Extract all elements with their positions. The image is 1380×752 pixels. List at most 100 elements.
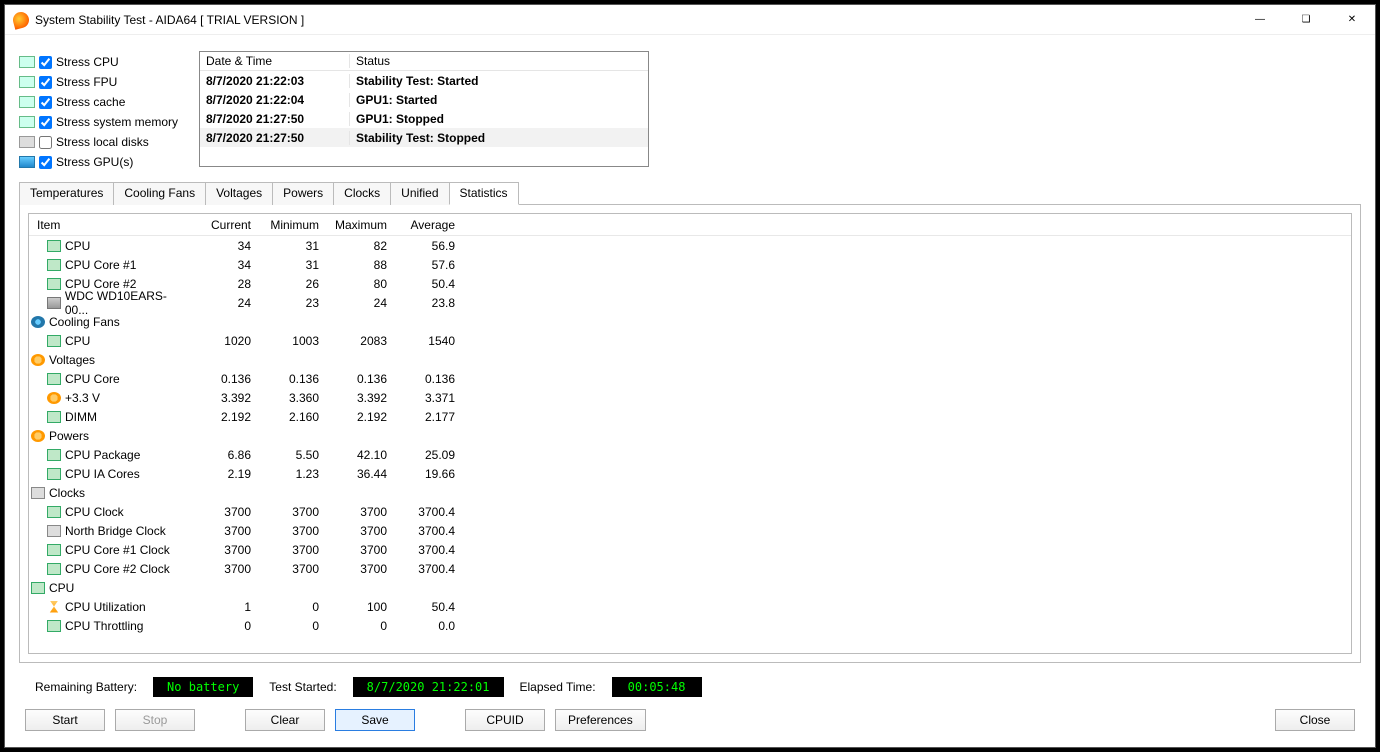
stress-label: Stress CPU (56, 55, 119, 69)
tab-statistics[interactable]: Statistics (449, 182, 519, 205)
tab-unified[interactable]: Unified (390, 182, 449, 205)
stats-row[interactable]: CPU34318256.9 (29, 236, 1351, 255)
stats-item: CPU Core #2 Clock (29, 562, 189, 576)
stats-row[interactable]: Clocks (29, 483, 1351, 502)
minimize-button[interactable]: — (1237, 5, 1283, 35)
stats-row[interactable]: Powers (29, 426, 1351, 445)
stress-option: Stress local disks (19, 133, 189, 151)
chip-icon (47, 373, 61, 385)
stats-item-label: DIMM (65, 410, 97, 424)
stats-item-label: +3.3 V (65, 391, 100, 405)
log-row[interactable]: 8/7/2020 21:22:03Stability Test: Started (200, 71, 648, 90)
log-header: Date & Time Status (200, 52, 648, 71)
tab-clocks[interactable]: Clocks (333, 182, 391, 205)
stats-avg: 25.09 (393, 448, 461, 462)
clear-button[interactable]: Clear (245, 709, 325, 731)
log-status: GPU1: Stopped (350, 112, 648, 126)
col-average[interactable]: Average (393, 218, 461, 232)
stats-item-label: WDC WD10EARS-00... (65, 289, 189, 317)
stats-min: 3700 (257, 562, 325, 576)
cpuid-button[interactable]: CPUID (465, 709, 545, 731)
tab-voltages[interactable]: Voltages (205, 182, 273, 205)
stats-max: 3.392 (325, 391, 393, 405)
stress-checkbox[interactable] (39, 76, 52, 89)
stats-item-label: CPU (65, 334, 90, 348)
log-row[interactable]: 8/7/2020 21:27:50Stability Test: Stopped (200, 128, 648, 147)
stats-row[interactable]: CPU Core0.1360.1360.1360.136 (29, 369, 1351, 388)
stats-row[interactable]: CPU Core #134318857.6 (29, 255, 1351, 274)
stats-min: 3.360 (257, 391, 325, 405)
statistics-table: Item Current Minimum Maximum Average CPU… (28, 213, 1352, 654)
col-maximum[interactable]: Maximum (325, 218, 393, 232)
stats-row[interactable]: CPU IA Cores2.191.2336.4419.66 (29, 464, 1351, 483)
log-status: GPU1: Started (350, 93, 648, 107)
stats-max: 42.10 (325, 448, 393, 462)
chip-icon (47, 259, 61, 271)
stats-avg: 3.371 (393, 391, 461, 405)
stats-row[interactable]: Cooling Fans (29, 312, 1351, 331)
log-datetime: 8/7/2020 21:22:04 (200, 93, 350, 107)
log-row[interactable]: 8/7/2020 21:22:04GPU1: Started (200, 90, 648, 109)
col-current[interactable]: Current (189, 218, 257, 232)
top-row: Stress CPUStress FPUStress cacheStress s… (19, 51, 1361, 171)
stats-avg: 3700.4 (393, 543, 461, 557)
chip-icon (47, 335, 61, 347)
app-window: System Stability Test - AIDA64 [ TRIAL V… (4, 4, 1376, 748)
stats-item: CPU Core #1 Clock (29, 543, 189, 557)
stats-min: 5.50 (257, 448, 325, 462)
stats-avg: 56.9 (393, 239, 461, 253)
stats-row[interactable]: CPU Package6.865.5042.1025.09 (29, 445, 1351, 464)
stats-item-label: CPU Core #1 (65, 258, 136, 272)
stats-cur: 3700 (189, 524, 257, 538)
stats-avg: 3700.4 (393, 524, 461, 538)
stats-cur: 28 (189, 277, 257, 291)
stress-checkbox[interactable] (39, 116, 52, 129)
stress-label: Stress system memory (56, 115, 178, 129)
stats-row[interactable]: North Bridge Clock3700370037003700.4 (29, 521, 1351, 540)
stats-body[interactable]: CPU34318256.9CPU Core #134318857.6CPU Co… (29, 236, 1351, 653)
stats-row[interactable]: CPU Utilization1010050.4 (29, 597, 1351, 616)
stats-avg: 0.136 (393, 372, 461, 386)
stress-checkbox[interactable] (39, 56, 52, 69)
tab-temperatures[interactable]: Temperatures (19, 182, 114, 205)
stop-button[interactable]: Stop (115, 709, 195, 731)
col-item[interactable]: Item (29, 218, 189, 232)
maximize-button[interactable]: ❏ (1283, 5, 1329, 35)
tab-powers[interactable]: Powers (272, 182, 334, 205)
log-row[interactable]: 8/7/2020 21:27:50GPU1: Stopped (200, 109, 648, 128)
stats-row[interactable]: CPU Core #228268050.4 (29, 274, 1351, 293)
fan-icon (31, 316, 45, 328)
stress-option: Stress CPU (19, 53, 189, 71)
stats-row[interactable]: WDC WD10EARS-00...24232423.8 (29, 293, 1351, 312)
col-minimum[interactable]: Minimum (257, 218, 325, 232)
stress-checkbox[interactable] (39, 156, 52, 169)
stats-min: 26 (257, 277, 325, 291)
stats-item-label: CPU Core (65, 372, 120, 386)
stats-row[interactable]: CPU Core #2 Clock3700370037003700.4 (29, 559, 1351, 578)
stress-checkbox[interactable] (39, 136, 52, 149)
stats-row[interactable]: Voltages (29, 350, 1351, 369)
stats-item: DIMM (29, 410, 189, 424)
stats-item: +3.3 V (29, 391, 189, 405)
close-button[interactable]: Close (1275, 709, 1355, 731)
stats-row[interactable]: DIMM2.1922.1602.1922.177 (29, 407, 1351, 426)
save-button[interactable]: Save (335, 709, 415, 731)
tab-cooling-fans[interactable]: Cooling Fans (113, 182, 206, 205)
preferences-button[interactable]: Preferences (555, 709, 646, 731)
close-window-button[interactable]: ✕ (1329, 5, 1375, 35)
stats-row[interactable]: CPU Core #1 Clock3700370037003700.4 (29, 540, 1351, 559)
stats-row[interactable]: +3.3 V3.3923.3603.3923.371 (29, 388, 1351, 407)
stats-min: 23 (257, 296, 325, 310)
stats-item: Cooling Fans (29, 315, 189, 329)
stats-row[interactable]: CPU1020100320831540 (29, 331, 1351, 350)
stats-cur: 6.86 (189, 448, 257, 462)
start-button[interactable]: Start (25, 709, 105, 731)
stress-checkbox[interactable] (39, 96, 52, 109)
stats-row[interactable]: CPU (29, 578, 1351, 597)
stats-item: Clocks (29, 486, 189, 500)
stats-row[interactable]: CPU Throttling0000.0 (29, 616, 1351, 635)
stress-type-icon (19, 156, 35, 168)
stats-avg: 23.8 (393, 296, 461, 310)
hdd-icon (47, 297, 61, 309)
stats-row[interactable]: CPU Clock3700370037003700.4 (29, 502, 1351, 521)
